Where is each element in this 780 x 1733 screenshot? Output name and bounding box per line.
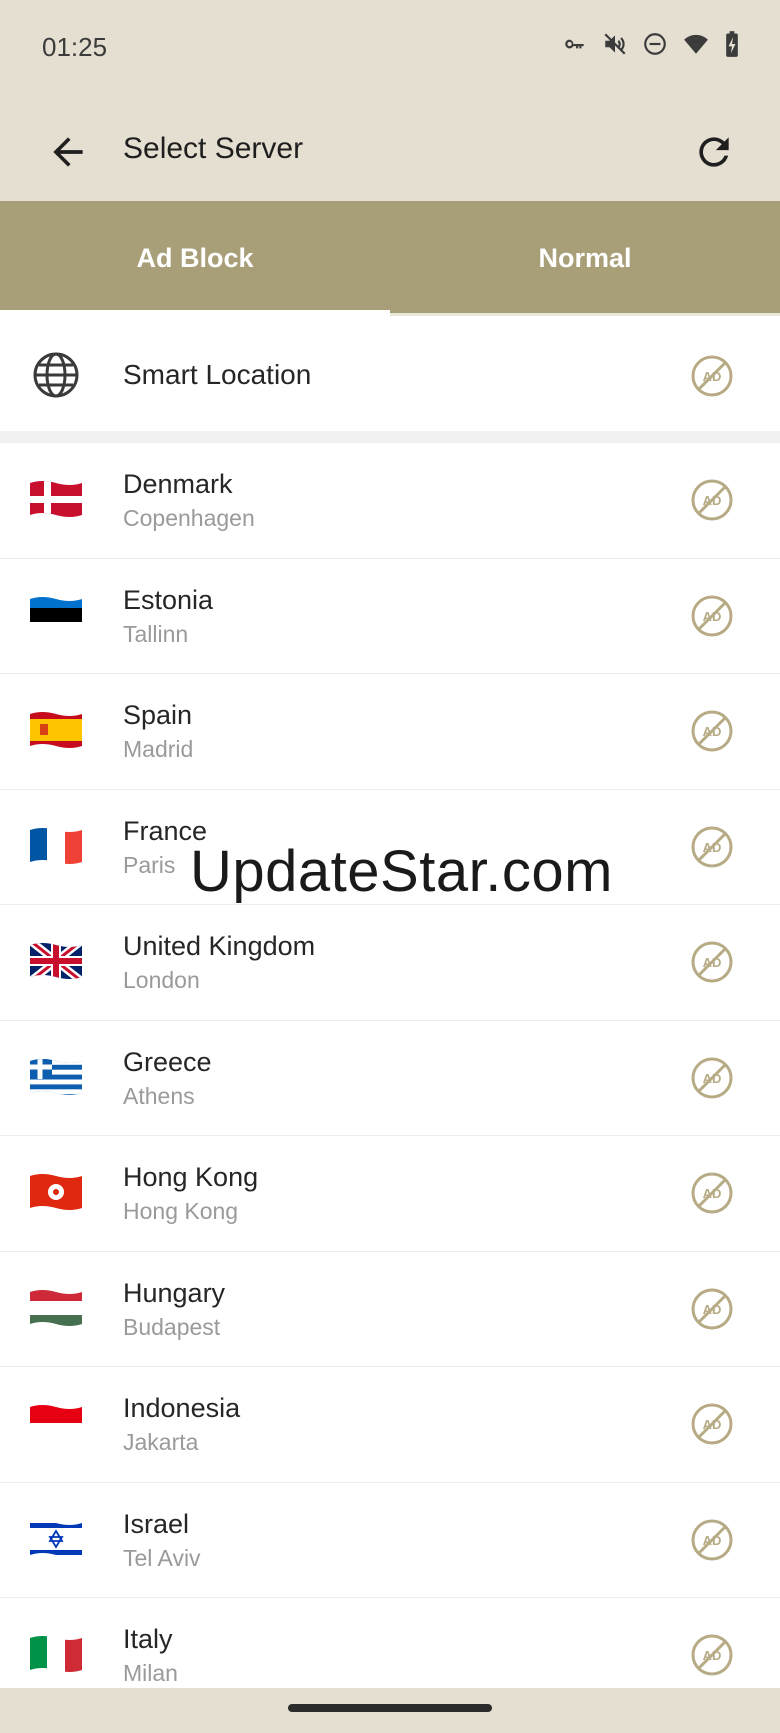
server-country: Estonia <box>123 584 214 615</box>
tab-normal[interactable]: Normal <box>390 201 780 316</box>
dk-flag-icon <box>30 481 82 517</box>
ad-block-icon: AD <box>691 941 733 983</box>
server-city: Paris <box>123 851 176 878</box>
server-row[interactable]: United Kingdom London AD <box>0 905 780 1021</box>
ad-block-icon-text: AD <box>703 724 722 739</box>
ad-block-icon-text: AD <box>703 1417 722 1432</box>
it-flag-icon <box>30 1636 82 1672</box>
server-country: Indonesia <box>123 1393 241 1423</box>
server-list: Denmark Copenhagen AD Estonia Tallinn AD S… <box>0 443 780 1714</box>
server-country: Hong Kong <box>123 1162 259 1192</box>
server-country: United Kingdom <box>123 931 316 961</box>
il-flag-icon <box>30 1520 82 1557</box>
hk-flag-icon <box>30 1174 82 1210</box>
globe-icon <box>33 352 79 398</box>
server-row[interactable]: Indonesia Jakarta AD <box>0 1367 780 1483</box>
smart-location-label: Smart Location <box>123 359 312 390</box>
server-city: Athens <box>123 1082 195 1109</box>
server-city: Budapest <box>123 1313 221 1340</box>
server-city: Tallinn <box>123 620 189 647</box>
ad-block-icon: AD <box>691 479 733 521</box>
ad-block-icon-text: AD <box>703 1302 722 1317</box>
server-city: Copenhagen <box>123 505 255 531</box>
id-flag-icon <box>30 1405 82 1441</box>
vpn-key-icon <box>565 39 584 49</box>
ad-block-icon: AD <box>691 1288 733 1329</box>
refresh-icon[interactable] <box>692 130 736 174</box>
tab-bar: Ad Block Normal <box>0 201 780 316</box>
ad-block-icon: AD <box>691 826 733 867</box>
server-city: Tel Aviv <box>123 1544 201 1571</box>
ad-block-icon-text: AD <box>703 1186 722 1201</box>
navigation-bar <box>0 1688 780 1733</box>
section-gap <box>0 431 780 443</box>
status-time: 01:25 <box>42 32 108 62</box>
server-country: Italy <box>123 1624 173 1654</box>
smart-location-row[interactable]: Smart Location AD <box>0 319 780 431</box>
server-country: Greece <box>123 1046 212 1077</box>
server-country: Denmark <box>123 469 233 499</box>
ad-block-icon-text: AD <box>703 1533 722 1548</box>
mute-icon <box>604 33 626 55</box>
status-bar: 01:25 <box>0 0 780 100</box>
ad-block-icon-text: AD <box>703 369 722 384</box>
ad-block-icon: AD <box>691 1172 733 1214</box>
fr-flag-icon <box>30 827 82 864</box>
server-country: Spain <box>123 700 193 730</box>
server-row[interactable]: Greece Athens AD <box>0 1020 780 1136</box>
gb-flag-icon <box>30 943 82 979</box>
server-country: Israel <box>123 1508 190 1539</box>
page-title: Select Server <box>123 132 304 165</box>
ad-block-icon: AD <box>691 1057 733 1098</box>
ad-block-icon-text: AD <box>703 493 722 508</box>
ad-block-icon-text: AD <box>703 609 722 624</box>
server-row[interactable]: Israel Tel Aviv AD <box>0 1482 780 1598</box>
app-bar: Select Server <box>0 100 780 201</box>
server-city: Milan <box>123 1660 178 1686</box>
ad-block-icon-text: AD <box>703 955 722 970</box>
battery-charging-icon <box>726 31 738 57</box>
server-row[interactable]: Denmark Copenhagen AD <box>0 443 780 559</box>
es-flag-icon <box>30 712 82 748</box>
ad-block-icon: AD <box>691 1519 733 1560</box>
server-row[interactable]: Hong Kong Hong Kong AD <box>0 1136 780 1252</box>
tab-ad-block[interactable]: Ad Block <box>0 201 390 316</box>
server-city: London <box>123 967 200 993</box>
ad-block-icon-text: AD <box>703 840 722 855</box>
server-city: Jakarta <box>123 1429 199 1455</box>
server-row[interactable]: Hungary Budapest AD <box>0 1251 780 1367</box>
server-row[interactable]: Estonia Tallinn AD <box>0 558 780 674</box>
server-city: Hong Kong <box>123 1198 239 1224</box>
ee-flag-icon <box>30 596 82 633</box>
home-handle[interactable] <box>288 1704 492 1712</box>
ad-block-icon: AD <box>691 595 733 636</box>
status-icons <box>562 30 740 58</box>
ad-block-icon-text: AD <box>703 1071 722 1086</box>
wifi-icon <box>684 34 708 54</box>
hu-flag-icon <box>30 1289 82 1326</box>
ad-block-icon: AD <box>691 1403 733 1445</box>
dnd-icon <box>644 33 666 55</box>
server-row[interactable]: Spain Madrid AD <box>0 674 780 790</box>
server-country: Hungary <box>123 1277 226 1308</box>
gr-flag-icon <box>30 1058 82 1095</box>
server-city: Madrid <box>123 736 194 762</box>
ad-block-icon: AD <box>691 710 733 752</box>
back-arrow-icon[interactable] <box>46 130 90 174</box>
watermark-text: UpdateStar.com <box>190 839 613 904</box>
ad-block-icon: AD <box>691 355 733 397</box>
ad-block-icon-text: AD <box>703 1648 722 1663</box>
ad-block-icon: AD <box>691 1634 733 1676</box>
tab-indicator <box>0 310 390 316</box>
